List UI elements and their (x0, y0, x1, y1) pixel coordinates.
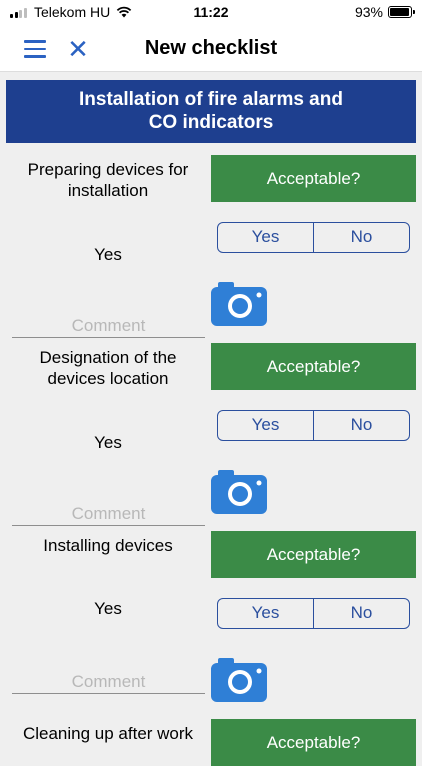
status-bar: Telekom HU 11:22 93% (0, 0, 422, 26)
section-title-line2: CO indicators (148, 112, 274, 133)
yes-no-toggle: Yes No (217, 222, 410, 253)
acceptable-button[interactable]: Acceptable? (211, 719, 416, 766)
section-header: Installation of fire alarms and CO indic… (6, 80, 416, 143)
no-button[interactable]: No (313, 599, 409, 628)
camera-icon[interactable] (211, 470, 267, 514)
item-title: Preparing devices for installation (27, 160, 189, 200)
answer-value: Yes (94, 433, 122, 452)
no-button[interactable]: No (313, 411, 409, 440)
comment-input[interactable] (12, 502, 205, 526)
section-title-line1: Installation of fire alarms and (79, 89, 343, 110)
yes-button[interactable]: Yes (218, 223, 313, 252)
item-title: Designation of the devices location (39, 348, 177, 388)
answer-value: Yes (94, 245, 122, 264)
battery-percent: 93% (354, 4, 383, 20)
yes-button[interactable]: Yes (218, 599, 313, 628)
yes-no-toggle: Yes No (217, 410, 410, 441)
status-right: 93% (354, 4, 415, 20)
camera-icon[interactable] (211, 282, 267, 326)
answer-value: Yes (94, 599, 122, 618)
no-button[interactable]: No (313, 223, 409, 252)
camera-icon[interactable] (211, 658, 267, 702)
item-title: Cleaning up after work (22, 724, 194, 743)
acceptable-button[interactable]: Acceptable? (211, 531, 416, 578)
yes-button[interactable]: Yes (218, 411, 313, 440)
battery-icon (388, 6, 415, 18)
comment-input[interactable] (12, 314, 205, 338)
acceptable-button[interactable]: Acceptable? (211, 343, 416, 390)
nav-bar: ✕ New checklist (0, 26, 422, 72)
item-title: Installing devices (43, 536, 173, 555)
yes-no-toggle: Yes No (217, 598, 410, 629)
page-title: New checklist (144, 37, 278, 59)
comment-input[interactable] (12, 670, 205, 694)
acceptable-button[interactable]: Acceptable? (211, 155, 416, 202)
